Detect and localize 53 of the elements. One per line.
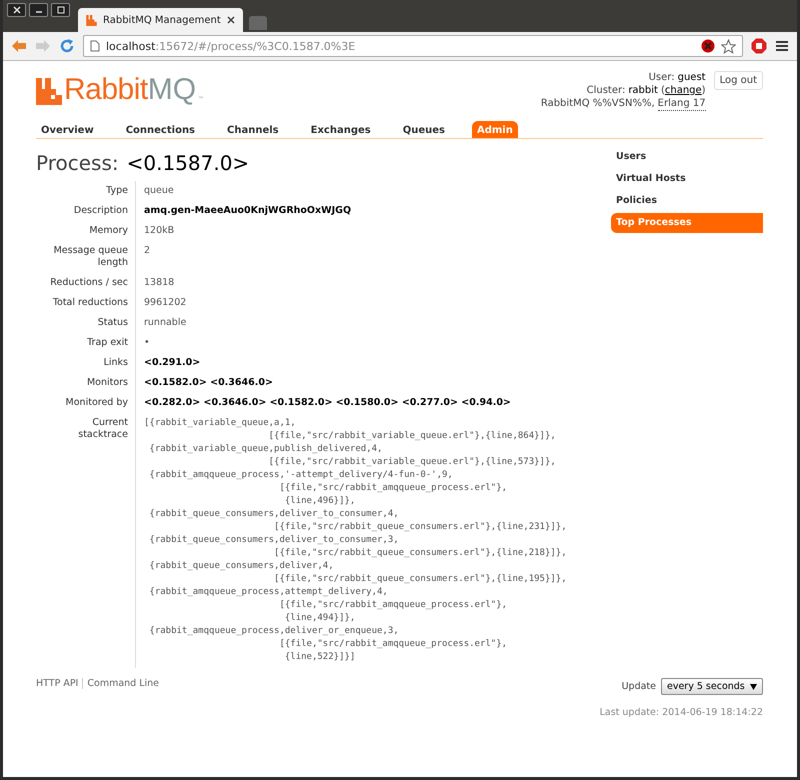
field-label: Description (36, 201, 136, 221)
update-select[interactable]: every 5 seconds (661, 678, 763, 695)
last-update-text: Last update: 2014-06-19 18:14:22 (600, 707, 763, 718)
field-value: <0.291.0> (143, 356, 202, 370)
field-value: 120kB (143, 224, 176, 238)
footer-link[interactable]: Command Line (82, 678, 164, 689)
field-label: Type (36, 181, 136, 201)
erlang-version: Erlang 17 (658, 97, 706, 111)
update-label: Update (622, 681, 656, 692)
parenthesis: ) (702, 84, 706, 97)
field-label: Current stacktrace (36, 413, 136, 668)
field-value: queue (143, 184, 175, 198)
logo-text: MQ (148, 75, 196, 105)
field-value: 2 (143, 244, 152, 258)
field-label: Monitored by (36, 393, 136, 413)
footer-link[interactable]: HTTP API (36, 678, 82, 689)
field-value: • (143, 336, 151, 350)
field-label: Trap exit (36, 333, 136, 353)
field-label: Status (36, 313, 136, 333)
logout-button[interactable]: Log out (714, 71, 763, 90)
field-label: Monitors (36, 373, 136, 393)
field-label: Total reductions (36, 293, 136, 313)
sidebar-item[interactable]: Virtual Hosts (611, 169, 763, 189)
parenthesis: ( (660, 84, 665, 97)
nav-tab[interactable]: Overview (36, 121, 99, 138)
field-label: Message queue length (36, 241, 136, 273)
logo-text: Rabbit (64, 75, 148, 105)
change-link[interactable]: change (664, 84, 702, 97)
nav-tab[interactable]: Connections (120, 121, 200, 138)
user-label: User: (648, 71, 675, 84)
nav-tab[interactable]: Channels (222, 121, 284, 138)
nav-tab[interactable]: Queues (398, 121, 450, 138)
field-label: Reductions / sec (36, 273, 136, 293)
field-label: Links (36, 353, 136, 373)
nav-tab[interactable]: Exchanges (306, 121, 376, 138)
field-value: runnable (143, 316, 188, 330)
user-name: guest (678, 71, 706, 84)
field-label: Memory (36, 221, 136, 241)
sidebar-item[interactable]: Users (611, 147, 763, 167)
cluster-name: rabbit (628, 84, 658, 97)
stacktrace-text: [{rabbit_variable_queue,a,1, [{file,"src/rabbit_variable_queue.erl"},{line,864}]}, {rabbit_variable_queue,publish_delivered,4, [{file,"src/rabbit_variable_queue.erl"},{line,573}]}, {rabbit_amqqueue_process,'-attempt_delivery/4-fun-0-',9, [{file,"src/rabbit_amqqueue_process.erl"}, {line,496}]}, {rabbit_queue_consumers,deliver_to_consumer,4, [{file,"src/rabbit_queue_consumers.erl"},{line,231}]}, {rabbit_queue_consumers,deliver_to_consumer,3, [{file,"src/rabbit_queue_consumers.erl"},{line,218}]}, {rabbit_queue_consumers,deliver,4, [{file,"src/rabbit_queue_consumers.erl"},{line,195}]}, {rabbit_amqqueue_process,attempt_delivery,4, [{file,"src/rabbit_amqqueue_process.erl"}, {line,494}]}, {rabbit_amqqueue_process,deliver_or_enqueue,3, [{file,"src/rabbit_amqqueue_process.erl"}, {line,522}]}] (143, 417, 567, 664)
field-value: <0.282.0> <0.3646.0> <0.1582.0> <0.1580.0> <0.277.0> <0.94.0> (143, 396, 512, 410)
address-field[interactable]: localhost:15672/#/process/%3C0.1587.0%3E (83, 35, 743, 57)
browser-tab[interactable]: RabbitMQ Management (78, 8, 243, 32)
field-value: amq.gen-MaeeAuo0KnjWGRhoOxWJGQ (143, 204, 352, 218)
field-value: <0.1582.0> <0.3646.0> (143, 376, 274, 390)
version-text: RabbitMQ %%VSN%%, (540, 97, 655, 111)
field-value: 9961202 (143, 296, 188, 310)
sidebar-item[interactable]: Policies (611, 191, 763, 211)
field-value: 13818 (143, 276, 176, 290)
page-title: Process: (36, 151, 119, 175)
process-id: <0.1587.0> (126, 151, 250, 175)
cluster-label: Cluster: (586, 84, 626, 97)
